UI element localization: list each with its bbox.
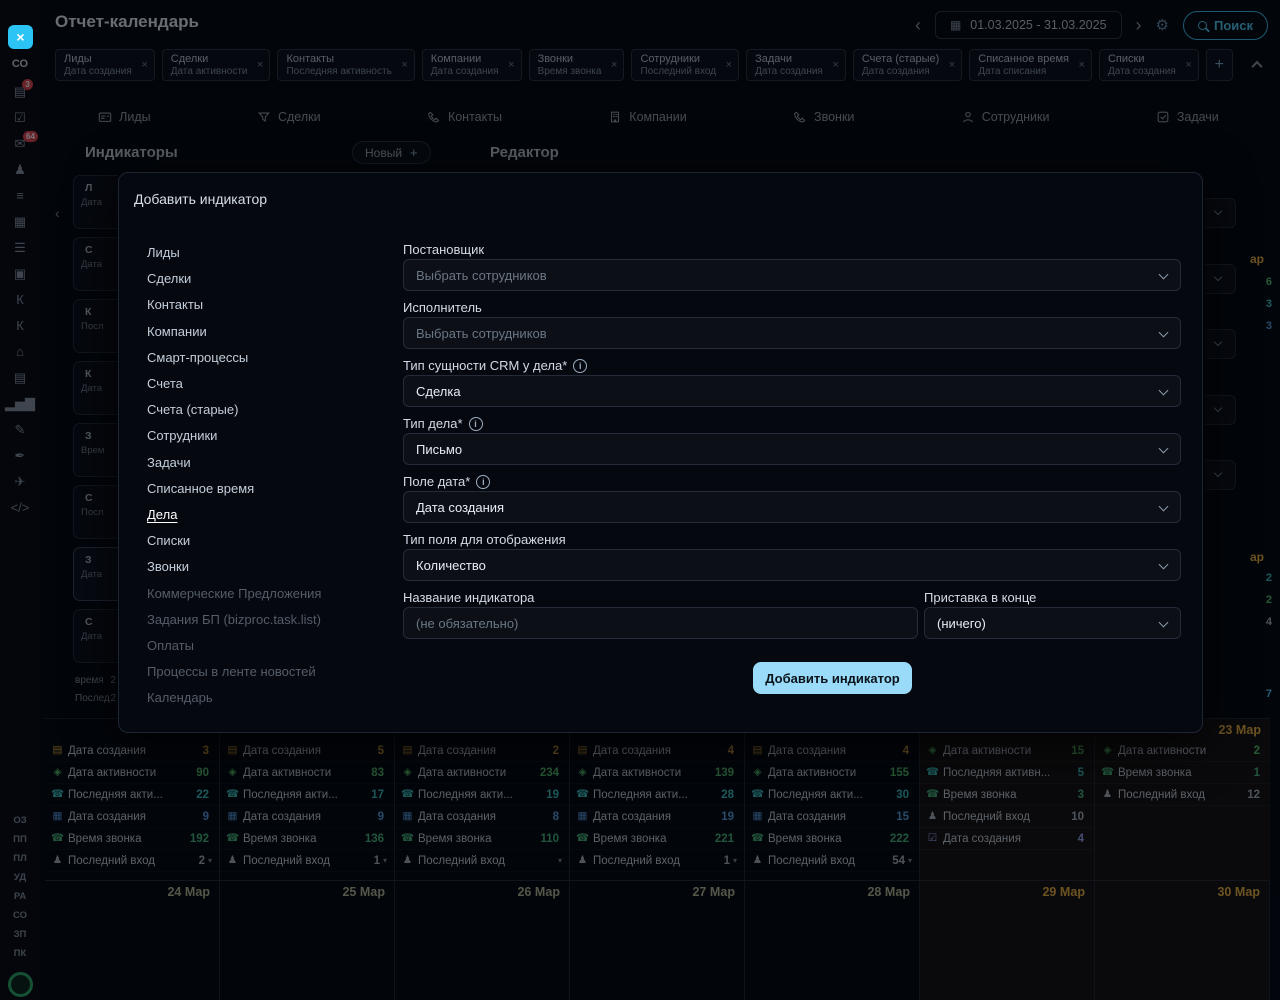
info-icon[interactable]: i xyxy=(476,475,490,489)
display-type-select[interactable]: Количество xyxy=(403,549,1181,581)
executor-select[interactable]: Выбрать сотрудников xyxy=(403,317,1181,349)
label-text: Приставка в конце xyxy=(924,590,1036,605)
chevron-down-icon xyxy=(1159,444,1169,454)
entity-category-item[interactable]: Оплаты xyxy=(147,633,321,659)
label-text: Тип сущности CRM у дела* xyxy=(403,358,567,373)
crm-entity-label: Тип сущности CRM у дела* i xyxy=(403,356,1181,375)
label-text: Исполнитель xyxy=(403,300,482,315)
date-field-select[interactable]: Дата создания xyxy=(403,491,1181,523)
select-value: (ничего) xyxy=(937,616,986,631)
chevron-down-icon xyxy=(1159,502,1169,512)
suffix-select[interactable]: (ничего) xyxy=(924,607,1181,639)
display-type-label: Тип поля для отображения xyxy=(403,530,1181,549)
label-text: Тип поля для отображения xyxy=(403,532,566,547)
entity-category-item[interactable]: Компании xyxy=(147,319,321,345)
chevron-down-icon xyxy=(1159,328,1169,338)
entity-category-item[interactable]: Списки xyxy=(147,528,321,554)
entity-category-item[interactable]: Смарт-процессы xyxy=(147,345,321,371)
chevron-down-icon xyxy=(1159,270,1169,280)
crm-entity-select[interactable]: Сделка xyxy=(403,375,1181,407)
date-field-label: Поле дата* i xyxy=(403,472,1181,491)
add-indicator-modal: Добавить индикатор ЛидыСделкиКонтактыКом… xyxy=(118,172,1203,733)
activity-type-label: Тип дела* i xyxy=(403,414,1181,433)
label-text: Постановщик xyxy=(403,242,484,257)
add-indicator-submit-button[interactable]: Добавить индикатор xyxy=(753,662,912,694)
entity-category-list: ЛидыСделкиКонтактыКомпанииСмарт-процессы… xyxy=(147,240,321,712)
entity-category-item[interactable]: Календарь xyxy=(147,685,321,711)
assigner-select[interactable]: Выбрать сотрудников xyxy=(403,259,1181,291)
entity-category-item[interactable]: Процессы в ленте новостей xyxy=(147,659,321,685)
indicator-name-input[interactable] xyxy=(403,607,918,639)
executor-label: Исполнитель xyxy=(403,298,1181,317)
label-text: Название индикатора xyxy=(403,590,534,605)
select-value: Письмо xyxy=(416,442,462,457)
entity-category-item[interactable]: Дела xyxy=(147,502,321,528)
indicator-name-label: Название индикатора xyxy=(403,588,918,607)
select-value: Сделка xyxy=(416,384,461,399)
chevron-down-icon xyxy=(1159,386,1169,396)
select-value: Дата создания xyxy=(416,500,504,515)
suffix-label: Приставка в конце xyxy=(924,588,1181,607)
select-placeholder: Выбрать сотрудников xyxy=(416,268,547,283)
select-placeholder: Выбрать сотрудников xyxy=(416,326,547,341)
entity-category-item[interactable]: Сделки xyxy=(147,266,321,292)
entity-category-item[interactable]: Счета (старые) xyxy=(147,397,321,423)
chevron-down-icon xyxy=(1159,560,1169,570)
entity-category-item[interactable]: Звонки xyxy=(147,554,321,580)
chevron-down-icon xyxy=(1159,618,1169,628)
entity-category-item[interactable]: Списанное время xyxy=(147,476,321,502)
info-icon[interactable]: i xyxy=(469,417,483,431)
app: СО ▤ 3 ☑ ✉ 64 ♟ ≡ ▦ ☰ xyxy=(0,0,1280,1000)
entity-category-item[interactable]: Коммерческие Предложения xyxy=(147,581,321,607)
entity-category-item[interactable]: Лиды xyxy=(147,240,321,266)
close-slider-button[interactable]: × xyxy=(8,25,33,49)
select-value: Количество xyxy=(416,558,486,573)
info-icon[interactable]: i xyxy=(573,359,587,373)
label-text: Поле дата* xyxy=(403,474,470,489)
activity-type-select[interactable]: Письмо xyxy=(403,433,1181,465)
indicator-form: Постановщик Выбрать сотрудников Исполнит… xyxy=(403,240,1181,646)
entity-category-item[interactable]: Сотрудники xyxy=(147,423,321,449)
entity-category-item[interactable]: Задания БП (bizproc.task.list) xyxy=(147,607,321,633)
entity-category-item[interactable]: Контакты xyxy=(147,292,321,318)
assigner-label: Постановщик xyxy=(403,240,1181,259)
modal-title: Добавить индикатор xyxy=(134,191,267,207)
label-text: Тип дела* xyxy=(403,416,463,431)
entity-category-item[interactable]: Счета xyxy=(147,371,321,397)
entity-category-item[interactable]: Задачи xyxy=(147,450,321,476)
